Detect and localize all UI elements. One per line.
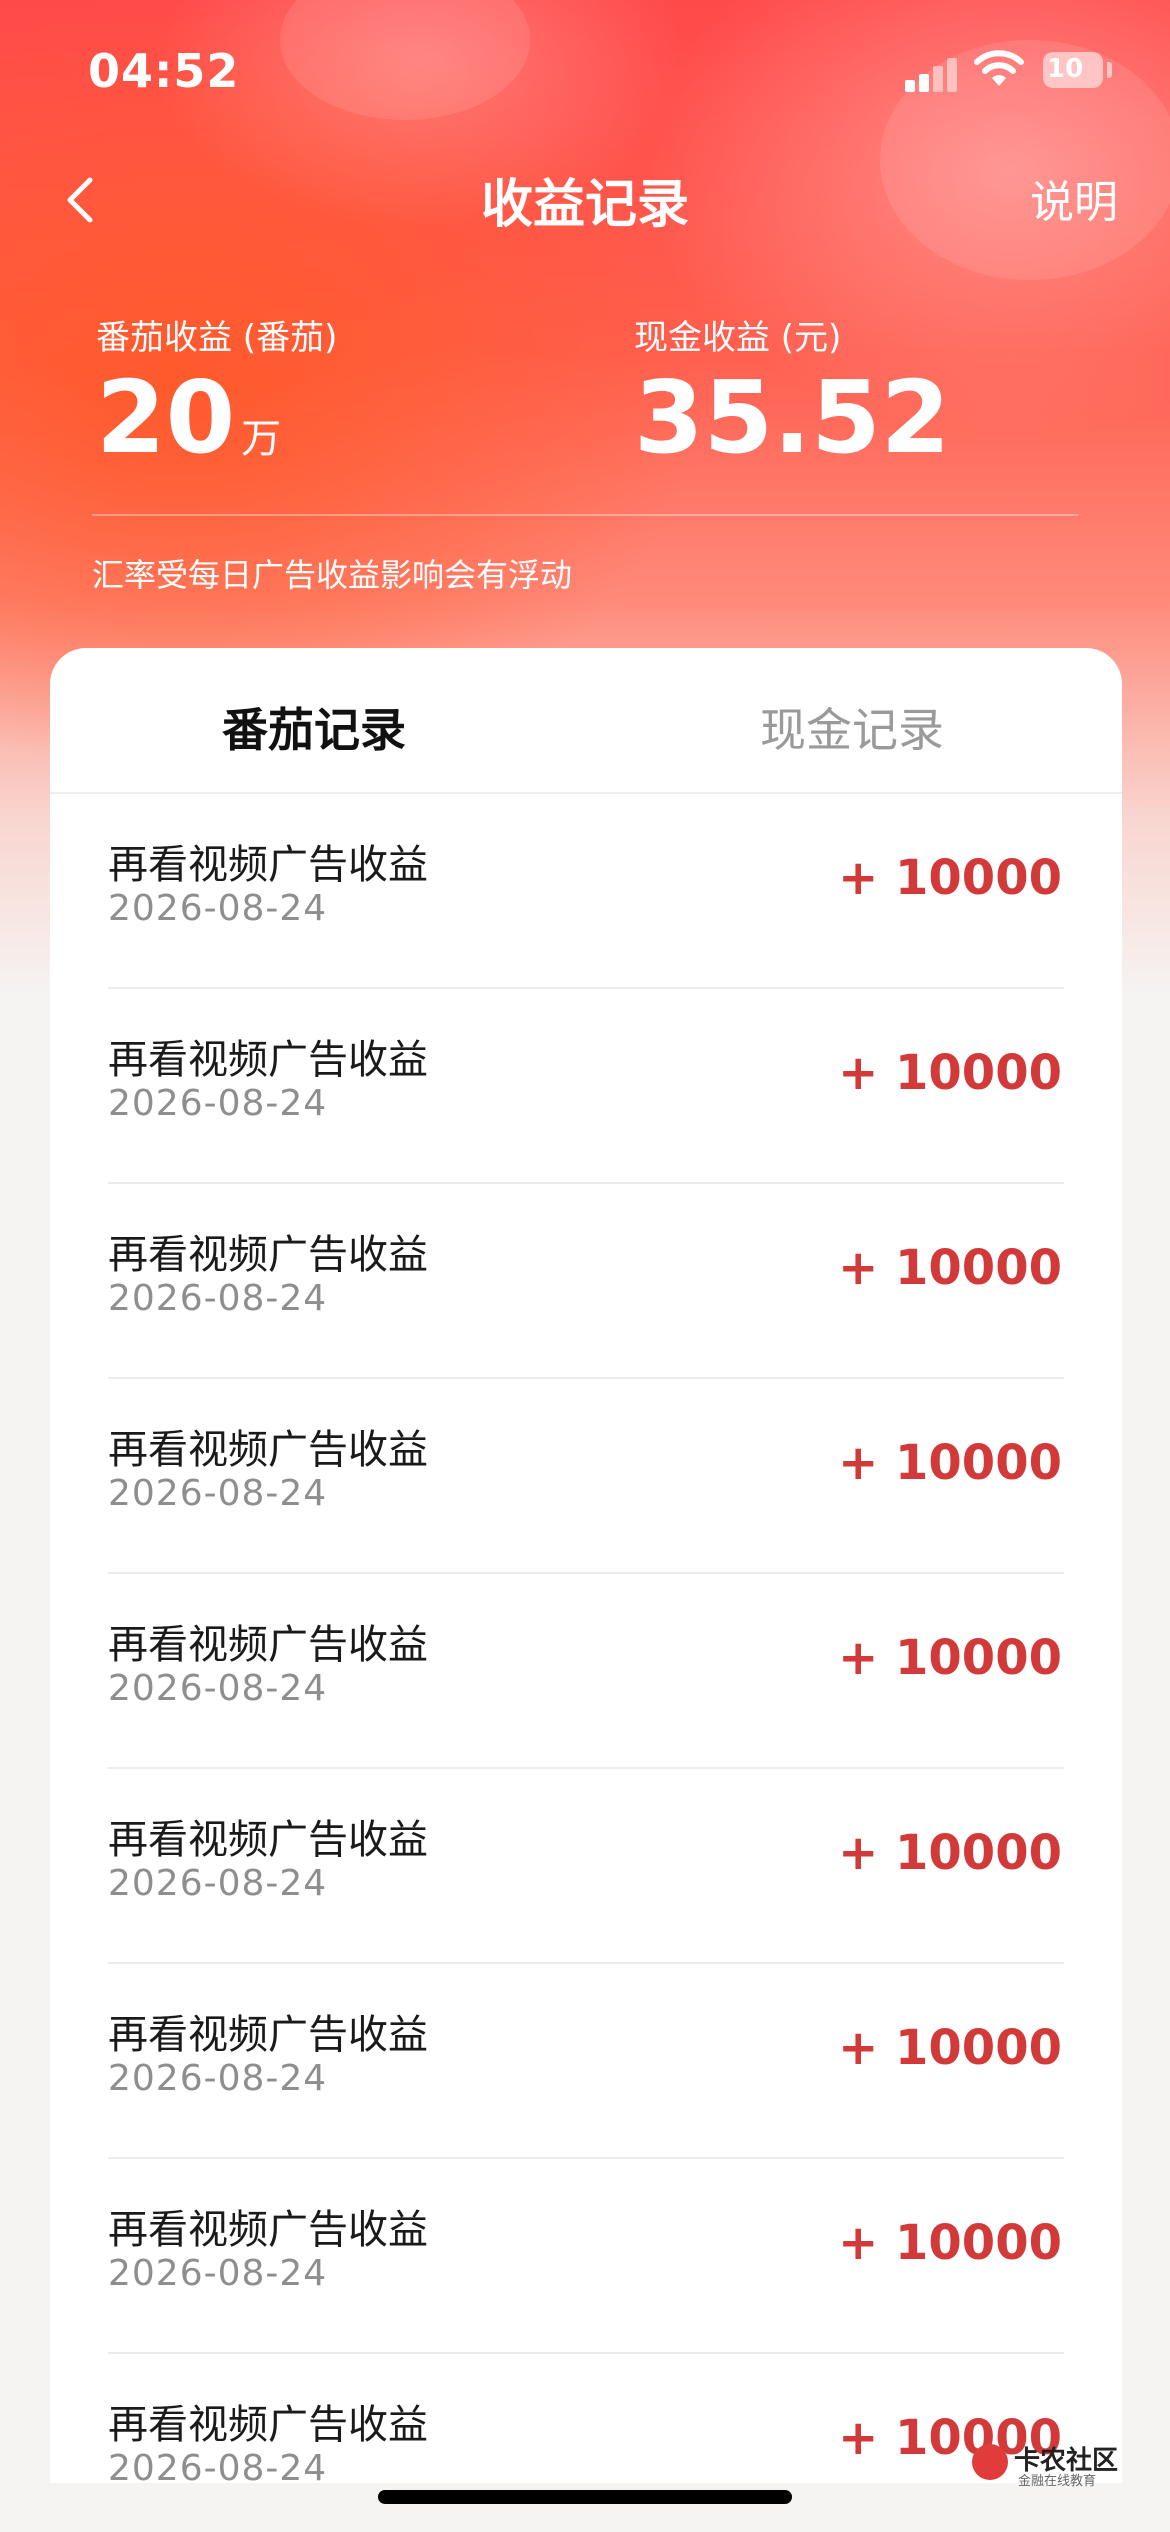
list-item[interactable]: 再看视频广告收益 2026-08-24 + 10000 (50, 1769, 1122, 1964)
record-tabs: 番茄记录 现金记录 (50, 648, 1122, 794)
tomato-earnings-unit: 万 (241, 416, 282, 462)
tab-cash-records[interactable]: 现金记录 (760, 694, 944, 760)
wifi-icon (974, 50, 1024, 86)
cash-earnings-value: 35.52 (634, 359, 951, 476)
list-item[interactable]: 再看视频广告收益 2026-08-24 + 10000 (50, 1184, 1122, 1379)
record-date: 2026-08-24 (108, 2448, 328, 2483)
record-title: 再看视频广告收益 (108, 2012, 428, 2058)
community-watermark: 卡农社区 金融在线教育 (972, 2440, 1122, 2490)
record-date: 2026-08-24 (108, 1863, 328, 1904)
record-amount: + 10000 (838, 1045, 1062, 1101)
help-button[interactable]: 说明 (1030, 166, 1118, 230)
record-date: 2026-08-24 (108, 1473, 328, 1514)
record-title: 再看视频广告收益 (108, 842, 428, 888)
record-amount: + 10000 (838, 2215, 1062, 2271)
record-title: 再看视频广告收益 (108, 2207, 428, 2253)
cash-earnings: 现金收益 (元) 35.52 (634, 310, 950, 470)
record-title: 再看视频广告收益 (108, 1427, 428, 1473)
record-title: 再看视频广告收益 (108, 1622, 428, 1668)
list-item[interactable]: 再看视频广告收益 2026-08-24 + 10000 (50, 2159, 1122, 2354)
record-date: 2026-08-24 (108, 1668, 328, 1709)
status-time: 04:52 (88, 44, 240, 98)
battery-level: 10 (1047, 54, 1084, 84)
battery-icon: 10 (1043, 52, 1103, 88)
records-card: 番茄记录 现金记录 再看视频广告收益 2026-08-24 + 10000 再看… (50, 648, 1122, 2483)
divider (92, 514, 1078, 516)
record-title: 再看视频广告收益 (108, 2402, 428, 2448)
record-date: 2026-08-24 (108, 2253, 328, 2294)
record-title: 再看视频广告收益 (108, 1037, 428, 1083)
exchange-rate-note: 汇率受每日广告收益影响会有浮动 (92, 556, 573, 594)
record-date: 2026-08-24 (108, 888, 328, 929)
list-item[interactable]: 再看视频广告收益 2026-08-24 + 10000 (50, 794, 1122, 989)
battery-cap (1107, 62, 1112, 78)
record-amount: + 10000 (838, 1435, 1062, 1491)
tomato-earnings-label: 番茄收益 (番茄) (96, 318, 338, 358)
page-title: 收益记录 (480, 175, 689, 235)
record-date: 2026-08-24 (108, 1278, 328, 1319)
watermark-logo-icon (972, 2444, 1008, 2480)
record-amount: + 10000 (838, 1825, 1062, 1881)
tomato-earnings-value: 20 (96, 359, 236, 476)
nav-bar: 收益记录 说明 (0, 150, 1170, 250)
record-list: 再看视频广告收益 2026-08-24 + 10000 再看视频广告收益 202… (50, 794, 1122, 2483)
list-item[interactable]: 再看视频广告收益 2026-08-24 + 10000 (50, 2354, 1122, 2483)
record-title: 再看视频广告收益 (108, 1817, 428, 1863)
cellular-signal-icon (905, 54, 963, 92)
watermark-subtitle: 金融在线教育 (1018, 2474, 1097, 2489)
list-item[interactable]: 再看视频广告收益 2026-08-24 + 10000 (50, 1574, 1122, 1769)
list-item[interactable]: 再看视频广告收益 2026-08-24 + 10000 (50, 1964, 1122, 2159)
record-date: 2026-08-24 (108, 2058, 328, 2099)
record-title: 再看视频广告收益 (108, 1232, 428, 1278)
record-amount: + 10000 (838, 850, 1062, 906)
cash-earnings-label: 现金收益 (元) (634, 318, 842, 358)
tab-tomato-records[interactable]: 番茄记录 (222, 694, 406, 760)
tomato-earnings: 番茄收益 (番茄) 20 万 (96, 310, 337, 470)
record-date: 2026-08-24 (108, 1083, 328, 1124)
record-amount: + 10000 (838, 2020, 1062, 2076)
list-item[interactable]: 再看视频广告收益 2026-08-24 + 10000 (50, 989, 1122, 1184)
record-amount: + 10000 (838, 1240, 1062, 1296)
home-indicator[interactable] (378, 2490, 792, 2504)
list-item[interactable]: 再看视频广告收益 2026-08-24 + 10000 (50, 1379, 1122, 1574)
record-amount: + 10000 (838, 1630, 1062, 1686)
status-bar: 04:52 10 (0, 0, 1170, 140)
tomato-earnings-value-line: 20 万 (96, 365, 337, 470)
